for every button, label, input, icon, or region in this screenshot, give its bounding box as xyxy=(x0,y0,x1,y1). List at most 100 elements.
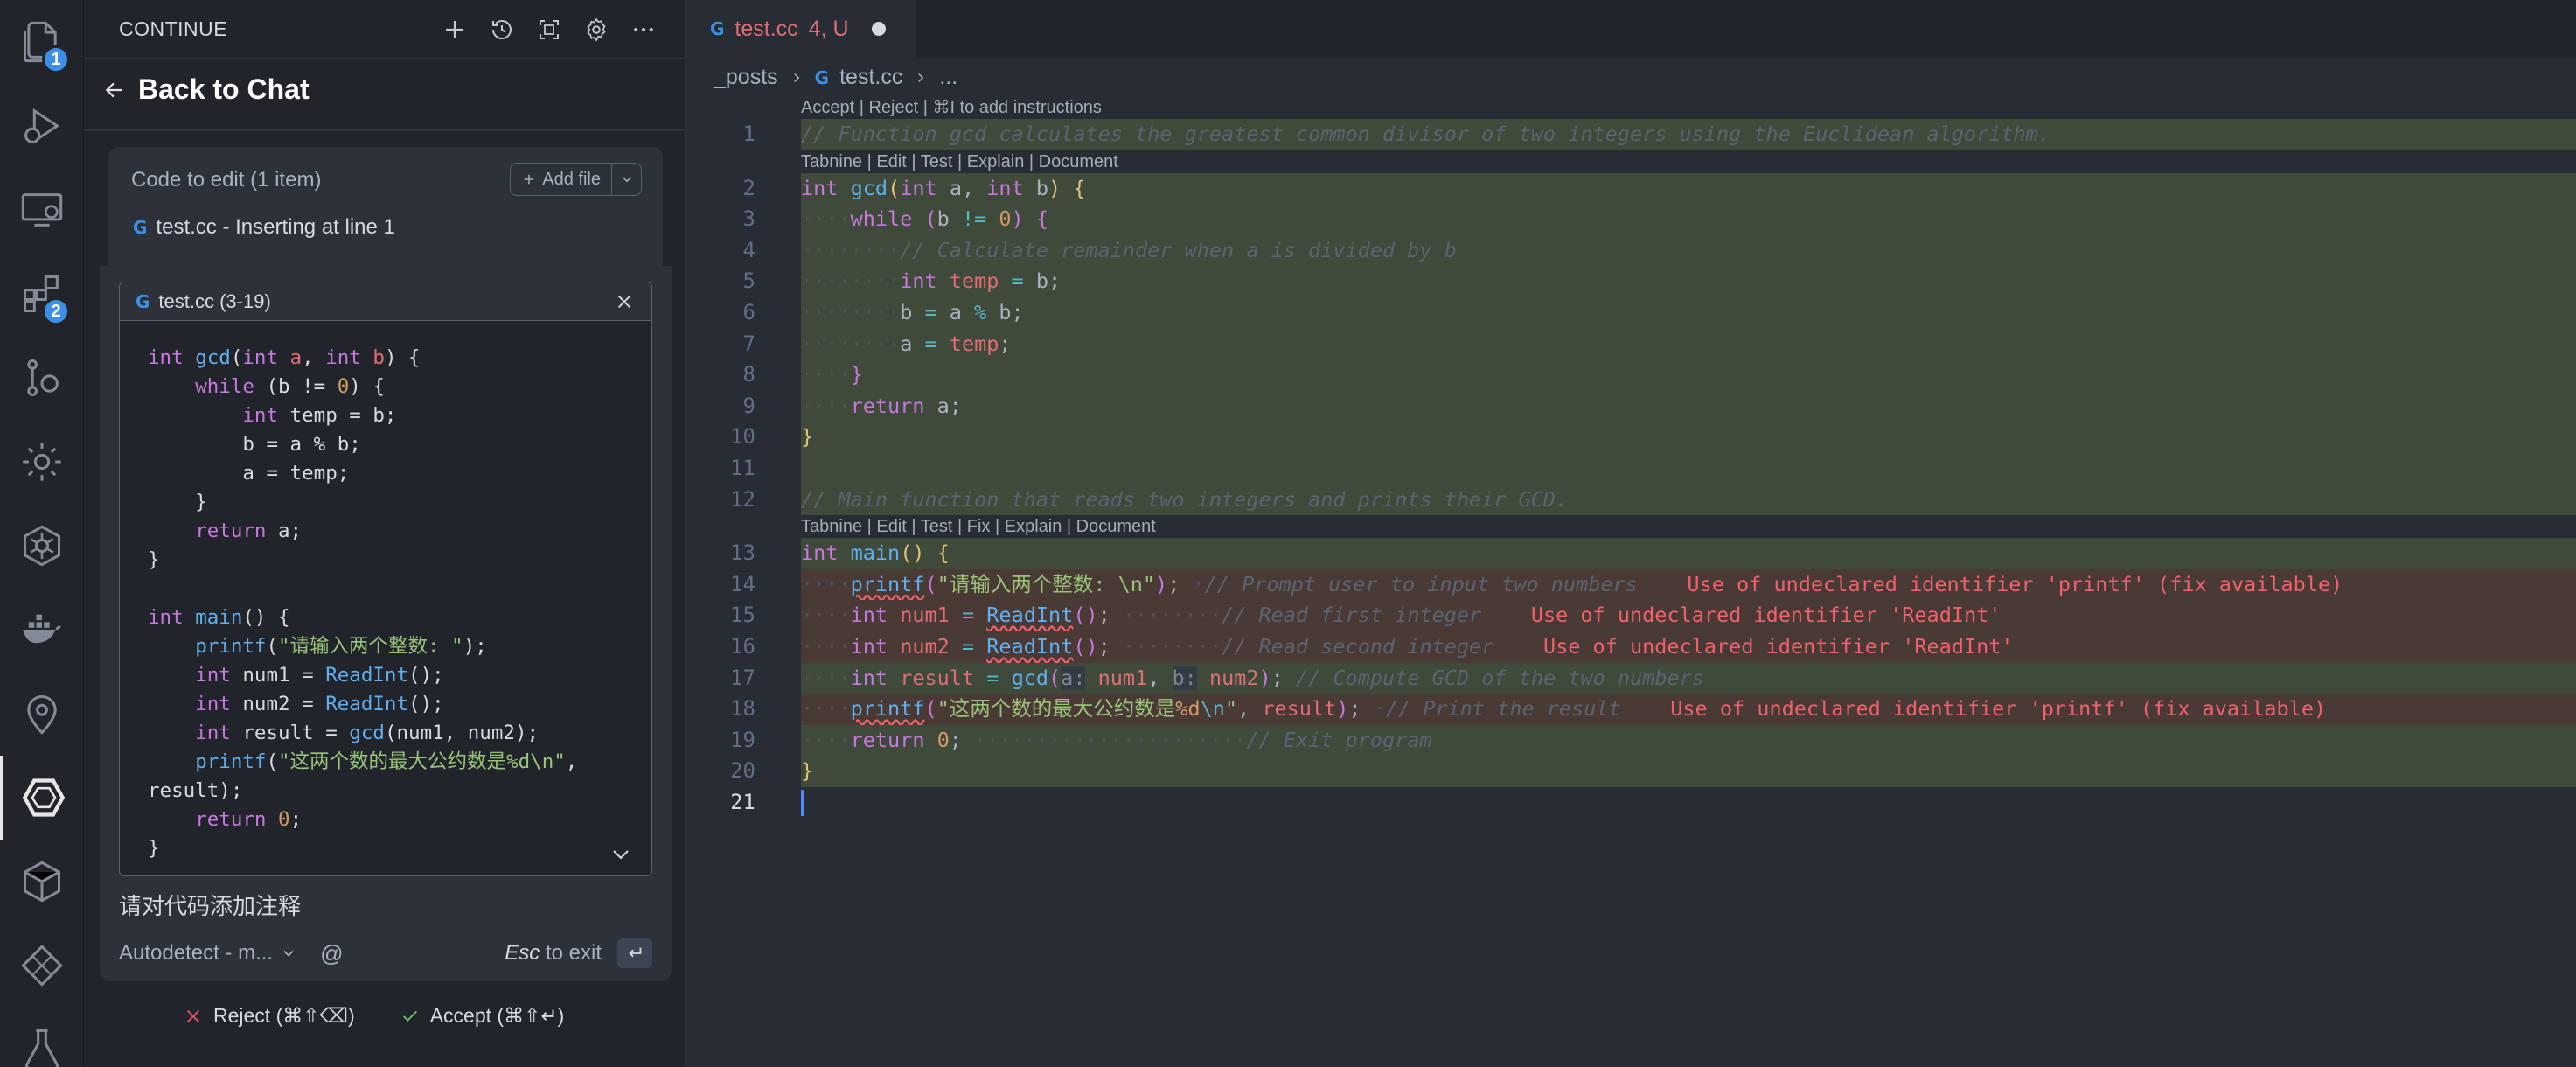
run-debug-icon xyxy=(24,108,60,144)
esc-hint: Esc to exit xyxy=(505,941,602,966)
code-lens-tabnine-main-text[interactable]: Tabnine | Edit | Test | Fix | Explain | … xyxy=(801,515,1156,538)
code-editor[interactable]: Accept | Reject | ⌘I to add instructions… xyxy=(684,96,2576,818)
code-line: 21 xyxy=(684,787,2576,819)
code-line: 19 ····return 0; ······················//… xyxy=(684,724,2576,757)
tab-bar: G test.cc 4, U xyxy=(684,0,2576,58)
sidebar-actions xyxy=(435,10,663,49)
snippet-line: return 0; xyxy=(195,808,303,831)
source-control-activity[interactable] xyxy=(0,336,84,420)
snippet-line: ​ xyxy=(148,575,577,603)
extensions-activity[interactable]: 2 xyxy=(0,252,84,336)
model-selector[interactable]: Autodetect - m... xyxy=(119,941,273,966)
submit-button[interactable] xyxy=(617,938,652,968)
testing-activity[interactable] xyxy=(0,1008,84,1067)
prompt-input[interactable]: 请对代码添加注释 xyxy=(119,889,301,921)
cpp-file-icon: G xyxy=(814,66,830,88)
snippet-line: int temp = b; xyxy=(242,404,397,427)
check-icon xyxy=(402,1010,417,1022)
line-number: 8 xyxy=(742,362,755,387)
line-number: 9 xyxy=(742,393,755,418)
line-text: ····return a; xyxy=(801,390,2576,422)
chevron-right-icon xyxy=(918,73,924,82)
new-session-button[interactable] xyxy=(435,10,474,49)
line-number: 20 xyxy=(730,758,755,784)
line-number: 19 xyxy=(730,727,755,752)
line-number: 11 xyxy=(730,455,755,480)
line-text: ····return 0; ······················// E… xyxy=(801,724,2576,757)
code-line: 14 ····printf("请输入两个整数: \n"); ·// Prompt … xyxy=(684,568,2576,601)
snippet-close-button[interactable] xyxy=(613,290,636,313)
code-line: 8 ····} xyxy=(684,359,2576,391)
code-line: 16 ····int num2 = ReadInt(); ········// R… xyxy=(684,631,2576,663)
add-file-dropdown[interactable] xyxy=(611,164,641,195)
location-pin-icon xyxy=(27,695,57,735)
history-button[interactable] xyxy=(483,10,521,49)
code-lens-accept-reject-text[interactable]: Accept | Reject | ⌘I to add instructions xyxy=(801,96,1102,119)
line-number: 4 xyxy=(742,237,755,262)
add-file-control: Add file xyxy=(510,163,642,196)
code-line: 7 ········a = temp; xyxy=(684,328,2576,360)
sidebar-title: CONTINUE xyxy=(119,17,228,40)
add-file-button[interactable]: Add file xyxy=(511,164,611,195)
edit-file-label: test.cc - Inserting at line 1 xyxy=(156,215,395,239)
line-text: // Main function that reads two integers… xyxy=(801,484,2576,516)
snippet-header: G test.cc (3-19) xyxy=(120,282,651,321)
line-text: ····int num2 = ReadInt(); ········// Rea… xyxy=(801,631,2576,663)
settings-button[interactable] xyxy=(577,10,616,49)
breadcrumb-symbol[interactable]: ... xyxy=(939,65,957,90)
snippet-title: test.cc (3-19) xyxy=(158,289,271,312)
chevron-down-icon[interactable] xyxy=(608,844,634,865)
breadcrumb-file[interactable]: test.cc xyxy=(839,65,902,90)
line-number: 10 xyxy=(730,424,755,450)
chevron-down-icon xyxy=(622,177,631,183)
more-actions-button[interactable] xyxy=(624,10,663,49)
line-text: } xyxy=(801,756,2576,787)
snippet-line: while (b != 0) { xyxy=(195,375,385,398)
breadcrumb-folder[interactable]: _posts xyxy=(714,65,778,90)
docker-activity[interactable] xyxy=(0,588,84,672)
back-to-chat-label: Back to Chat xyxy=(138,73,310,105)
code-lens-tabnine-gcd: Tabnine | Edit | Test | Explain | Docume… xyxy=(684,150,2576,173)
snippet-line: } xyxy=(148,491,207,513)
cube-activity[interactable] xyxy=(0,840,84,924)
run-debug-activity[interactable] xyxy=(0,84,84,168)
reject-button[interactable]: Reject (⌘⇧⌫) xyxy=(184,1004,355,1028)
line-number: 5 xyxy=(742,268,755,294)
enter-icon xyxy=(629,947,642,958)
remote-monitor-icon xyxy=(21,193,63,227)
explorer-activity[interactable]: 1 xyxy=(0,0,84,84)
continue-activity[interactable] xyxy=(0,756,84,840)
snippet-line: int num2 = ReadInt(); xyxy=(195,693,444,715)
edit-file-item[interactable]: G test.cc - Inserting at line 1 xyxy=(133,215,395,240)
continue-logo-icon xyxy=(22,778,66,817)
code-line: 18 ····printf("这两个数的最大公约数是%d\n", result);… xyxy=(684,694,2576,725)
line-text: ····while (b != 0) { xyxy=(801,204,2576,235)
kubernetes-activity[interactable] xyxy=(0,504,84,588)
accept-button[interactable]: Accept (⌘⇧↵) xyxy=(400,1004,564,1028)
line-text: ········// Calculate remainder when a is… xyxy=(801,234,2576,267)
gitlens-activity[interactable] xyxy=(0,924,84,1008)
remote-explorer-activity[interactable] xyxy=(0,168,84,252)
line-number: 7 xyxy=(742,331,755,356)
tab-test-cc[interactable]: G test.cc 4, U xyxy=(684,0,916,58)
edit-decision-row: Reject (⌘⇧⌫) Accept (⌘⇧↵) xyxy=(184,1004,564,1028)
line-text: int gcd(int a, int b) { xyxy=(801,172,2576,205)
back-to-chat-button[interactable]: Back to Chat xyxy=(103,73,310,106)
snippet-line: printf("这两个数的最大公约数是%d\n", xyxy=(195,750,578,773)
code-lens-tabnine-gcd-text[interactable]: Tabnine | Edit | Test | Explain | Docume… xyxy=(801,150,1118,173)
cpp-file-icon: G xyxy=(710,18,725,39)
code-snippet-card: G test.cc (3-19) int gcd(int a, int b) {… xyxy=(119,282,652,876)
mention-button[interactable]: @ xyxy=(320,940,343,967)
esc-key-label: Esc xyxy=(505,941,540,965)
cpp-file-icon: G xyxy=(136,290,150,312)
unsaved-dot-icon[interactable] xyxy=(871,22,886,36)
line-text: ····printf("请输入两个整数: \n"); ·// Prompt us… xyxy=(801,568,2576,601)
settings-sync-activity[interactable] xyxy=(0,420,84,504)
location-activity[interactable] xyxy=(0,672,84,756)
line-text xyxy=(801,787,2576,819)
code-line: 4 ········// Calculate remainder when a i… xyxy=(684,234,2576,267)
line-text: ········int temp = b; xyxy=(801,266,2576,297)
header-divider xyxy=(84,58,684,59)
chevron-down-icon[interactable] xyxy=(280,945,297,962)
fullscreen-button[interactable] xyxy=(530,10,568,49)
